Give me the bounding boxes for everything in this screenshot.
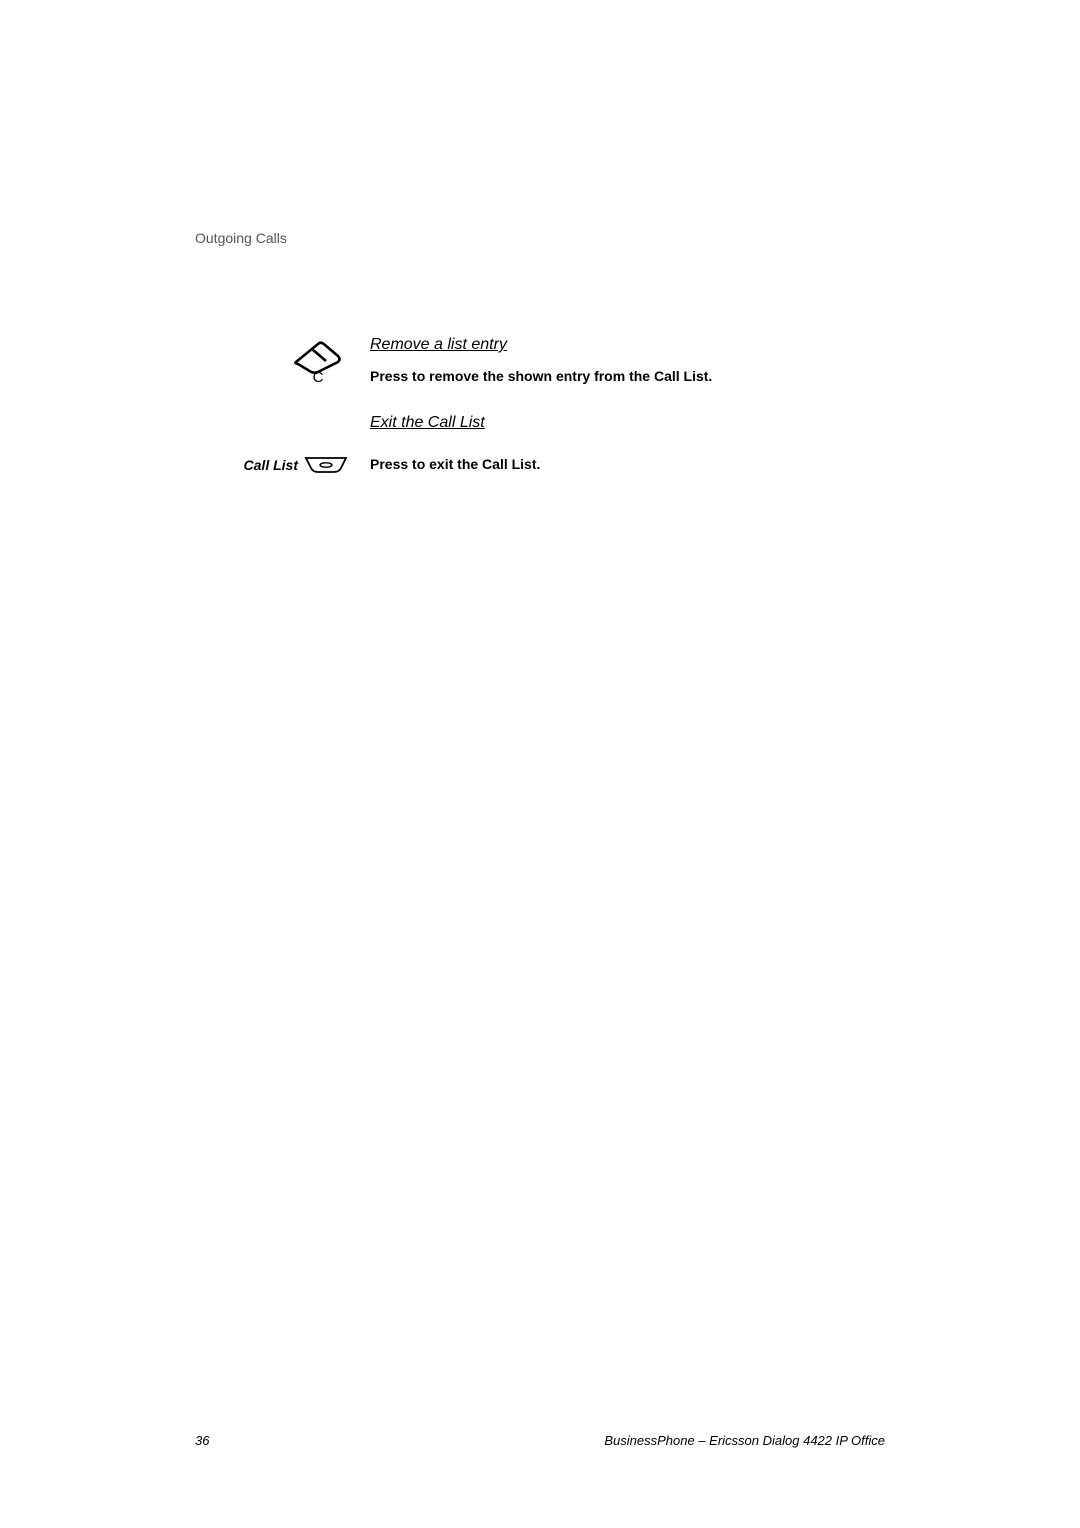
text-col-exit: Press to exit the Call List.	[370, 456, 885, 472]
exit-instruction: Press to exit the Call List.	[370, 456, 540, 472]
eraser-c-icon: C	[288, 336, 348, 384]
call-list-label: Call List	[244, 457, 298, 473]
page-footer: 36 BusinessPhone – Ericsson Dialog 4422 …	[195, 1433, 885, 1448]
footer-product: BusinessPhone – Ericsson Dialog 4422 IP …	[604, 1433, 885, 1448]
remove-heading: Remove a list entry	[370, 336, 885, 354]
content-block: C Remove a list entry Press to remove th…	[195, 336, 885, 474]
icon-col-call-list: Call List	[195, 456, 370, 474]
eraser-letter: C	[313, 369, 324, 384]
icon-col-remove: C	[195, 336, 370, 384]
document-page: Outgoing Calls C Remove a list entry Pre…	[0, 0, 1080, 1528]
exit-heading: Exit the Call List	[370, 414, 885, 432]
entry-remove: C Remove a list entry Press to remove th…	[195, 336, 885, 384]
page-number: 36	[195, 1433, 209, 1448]
remove-instruction: Press to remove the shown entry from the…	[370, 368, 885, 384]
text-col-remove: Remove a list entry Press to remove the …	[370, 336, 885, 384]
entry-exit-row: Call List Press to exit the Call List.	[195, 456, 885, 474]
section-header: Outgoing Calls	[195, 230, 885, 246]
soft-key-icon	[304, 456, 348, 474]
entry-exit: Exit the Call List	[195, 414, 885, 446]
text-col-exit-heading: Exit the Call List	[370, 414, 885, 446]
